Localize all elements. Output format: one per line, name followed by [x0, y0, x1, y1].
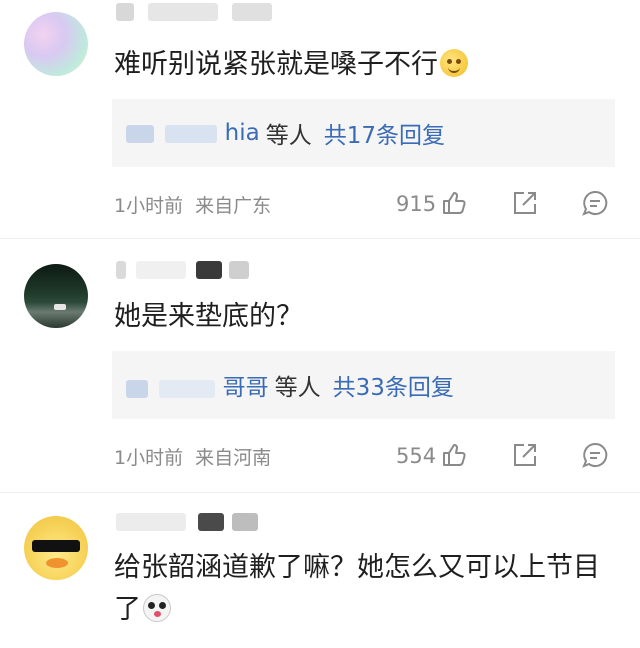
comment-time: 1小时前: [114, 447, 184, 469]
comment-meta: 1小时前 来自河南: [114, 443, 271, 470]
like-count: 915: [396, 192, 437, 216]
smiling-face-emoji: [440, 49, 468, 77]
reply-suffix: 等人: [265, 123, 312, 149]
reply-count-link[interactable]: 共33条回复: [333, 368, 454, 402]
thumbs-up-icon[interactable]: [441, 190, 467, 216]
reply-summary[interactable]: 哥哥 等人 共33条回复: [112, 351, 615, 419]
comment-username[interactable]: [116, 512, 258, 532]
like-count: 554: [396, 444, 437, 468]
comment-meta: 1小时前 来自广东: [114, 191, 271, 218]
comment-text: 给张韶涵道歉了嘛？她怎么又可以上节目了: [114, 552, 600, 625]
comment-location: 来自河南: [195, 447, 272, 469]
share-icon[interactable]: [512, 190, 538, 216]
reply-names[interactable]: hia: [126, 120, 260, 146]
thumbs-up-icon[interactable]: [441, 442, 467, 468]
comment-2: 她是来垫底的？ 哥哥 等人 共33条回复 1小时前 来自河南 554: [0, 238, 640, 492]
reply-count-link[interactable]: 共17条回复: [324, 116, 445, 150]
comment-reply-icon[interactable]: [581, 189, 609, 217]
comment-text: 她是来垫底的？: [114, 301, 303, 332]
share-icon[interactable]: [512, 442, 538, 468]
comment-username[interactable]: [116, 2, 272, 22]
comment-1: 难听别说紧张就是嗓子不行 hia 等人 共17条回复 1小时前 来自广东 915: [0, 0, 640, 238]
comment-time: 1小时前: [114, 195, 184, 217]
panda-face-emoji: [143, 594, 171, 622]
comment-3: 给张韶涵道歉了嘛？她怎么又可以上节目了: [0, 492, 640, 648]
reply-summary[interactable]: hia 等人 共17条回复: [112, 99, 615, 167]
reply-names[interactable]: 哥哥: [126, 368, 269, 402]
comment-username[interactable]: [116, 260, 250, 280]
reply-suffix: 等人: [274, 375, 321, 401]
avatar[interactable]: [24, 12, 88, 76]
avatar[interactable]: [24, 516, 88, 580]
comment-location: 来自广东: [195, 195, 272, 217]
comment-reply-icon[interactable]: [581, 441, 609, 469]
avatar[interactable]: [24, 264, 88, 328]
comment-text: 难听别说紧张就是嗓子不行: [114, 44, 614, 86]
